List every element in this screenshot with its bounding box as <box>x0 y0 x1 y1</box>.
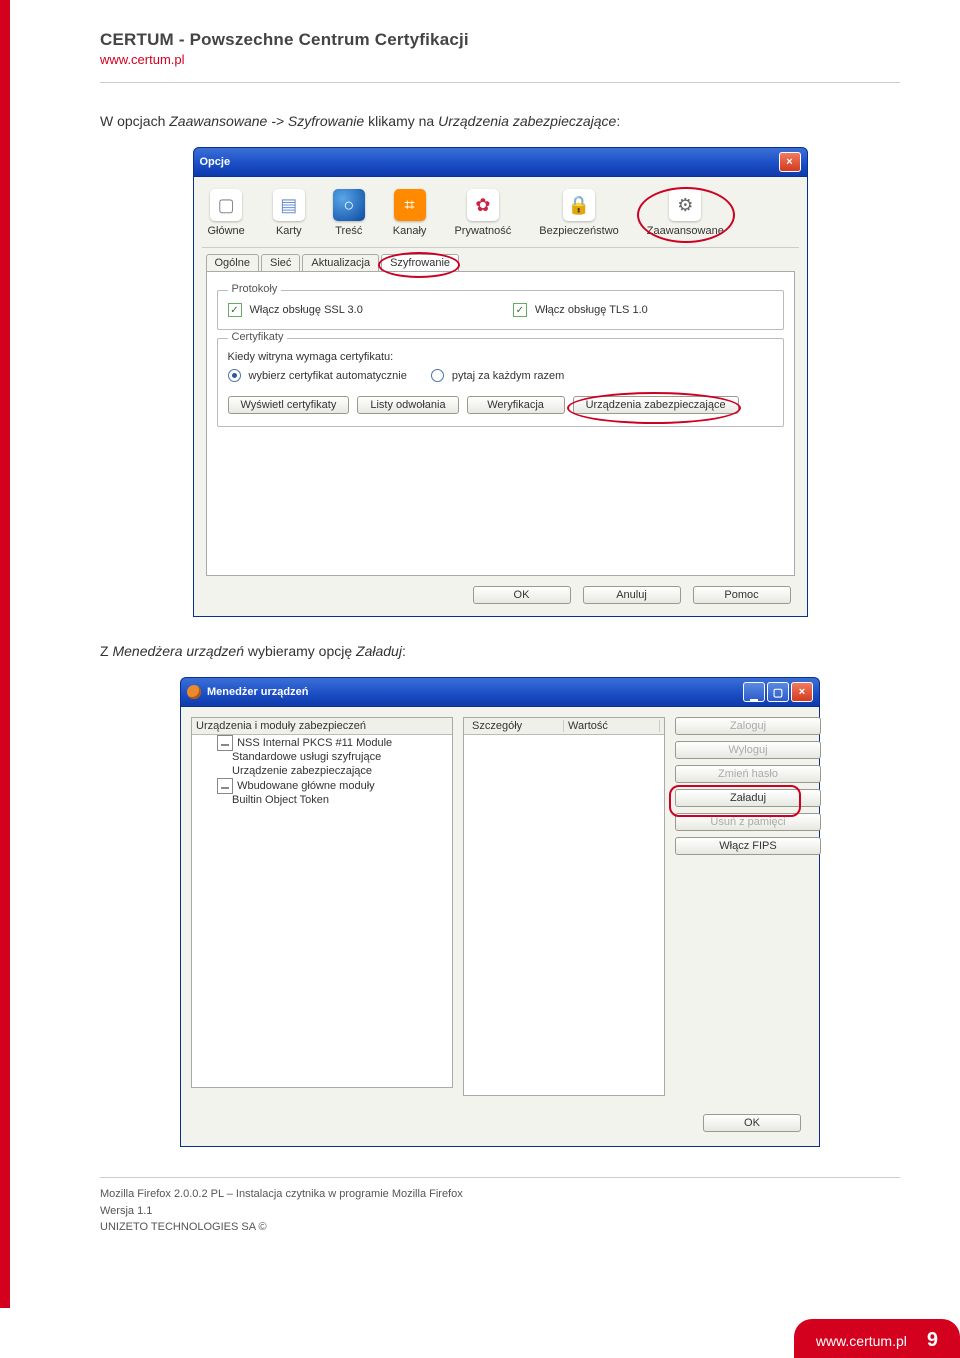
firefox-icon <box>187 685 201 699</box>
tab-label: Treść <box>335 225 362 237</box>
tls-label: Włącz obsługę TLS 1.0 <box>535 304 648 316</box>
radio-icon <box>228 369 241 382</box>
footer-separator <box>100 1177 900 1178</box>
ok-button[interactable]: OK <box>703 1114 801 1132</box>
page-number-pill: www.certum.pl 9 <box>794 1319 960 1358</box>
protocols-legend: Protokoły <box>228 283 282 295</box>
home-icon: ▢ <box>210 189 242 221</box>
tab-kanaly[interactable]: ⌗ Kanały <box>393 189 427 237</box>
cancel-button[interactable]: Anuluj <box>583 586 681 604</box>
header-separator <box>100 82 900 83</box>
tab-glowne[interactable]: ▢ Główne <box>208 189 245 237</box>
red-sidebar <box>0 0 10 1308</box>
subtab-siec[interactable]: Sieć <box>261 254 300 271</box>
radio-label: wybierz certyfikat automatycznie <box>249 370 407 382</box>
logout-button: Wyloguj <box>675 741 821 759</box>
doc-footer: Mozilla Firefox 2.0.0.2 PL – Instalacja … <box>100 1186 900 1236</box>
login-button: Zaloguj <box>675 717 821 735</box>
tab-label: Zaawansowane <box>647 225 724 237</box>
page-number: 9 <box>927 1329 938 1352</box>
radio-label: pytaj za każdym razem <box>452 370 564 382</box>
device-manager-titlebar[interactable]: Menedżer urządzeń ▢ × <box>180 677 820 706</box>
footer-url: www.certum.pl <box>816 1333 907 1349</box>
instruction-1: W opcjach Zaawansowane -> Szyfrowanie kl… <box>100 113 900 129</box>
tree-header: Urządzenia i moduły zabezpieczeń <box>192 718 452 735</box>
instruction-2: Z Menedżera urządzeń wybieramy opcję Zał… <box>100 643 900 659</box>
tree-row[interactable]: Wbudowane główne moduły <box>192 778 452 793</box>
col-szczegoly: Szczegóły <box>468 720 564 732</box>
opcje-titlebar[interactable]: Opcje × <box>193 147 808 176</box>
tree-row[interactable]: Urządzenie zabezpieczające <box>192 764 452 778</box>
footer-line2: Wersja 1.1 <box>100 1203 900 1220</box>
tab-label: Bezpieczeństwo <box>539 225 619 237</box>
help-button[interactable]: Pomoc <box>693 586 791 604</box>
tab-label: Karty <box>276 225 302 237</box>
globe-icon: ○ <box>333 189 365 221</box>
tab-karty[interactable]: ▤ Karty <box>273 189 305 237</box>
tab-label: Główne <box>208 225 245 237</box>
lock-icon: 🔒 <box>563 189 595 221</box>
subtab-aktualizacja[interactable]: Aktualizacja <box>302 254 379 271</box>
radio-ask[interactable]: pytaj za każdym razem <box>431 369 564 382</box>
close-icon[interactable]: × <box>779 152 801 172</box>
maximize-icon[interactable]: ▢ <box>767 682 789 702</box>
tree-row[interactable]: NSS Internal PKCS #11 Module <box>192 735 452 750</box>
page-header-title: CERTUM - Powszechne Centrum Certyfikacji <box>100 30 900 50</box>
subtab-szyfrowanie[interactable]: Szyfrowanie <box>381 254 459 271</box>
change-password-button: Zmień hasło <box>675 765 821 783</box>
load-button[interactable]: Załaduj <box>675 789 821 807</box>
close-icon[interactable]: × <box>791 682 813 702</box>
tree-row[interactable]: Builtin Object Token <box>192 793 452 807</box>
tab-prywatnosc[interactable]: ✿ Prywatność <box>454 189 511 237</box>
checkbox-icon: ✓ <box>513 303 527 317</box>
minimize-icon[interactable] <box>743 682 765 702</box>
ok-button[interactable]: OK <box>473 586 571 604</box>
ssl-label: Włącz obsługę SSL 3.0 <box>250 304 363 316</box>
enable-fips-button[interactable]: Włącz FIPS <box>675 837 821 855</box>
show-certs-button[interactable]: Wyświetl certyfikaty <box>228 396 350 414</box>
device-manager-window: Menedżer urządzeń ▢ × Urządzenia i moduł… <box>180 677 820 1147</box>
tab-label: Prywatność <box>454 225 511 237</box>
crl-button[interactable]: Listy odwołania <box>357 396 458 414</box>
rss-icon: ⌗ <box>394 189 426 221</box>
page-header-url: www.certum.pl <box>100 52 900 67</box>
verification-button[interactable]: Weryfikacja <box>467 396 565 414</box>
footer-line3: UNIZETO TECHNOLOGIES SA © <box>100 1219 900 1236</box>
radio-icon <box>431 369 444 382</box>
certificates-legend: Certyfikaty <box>228 331 288 343</box>
footer-line1: Mozilla Firefox 2.0.0.2 PL – Instalacja … <box>100 1186 900 1203</box>
privacy-icon: ✿ <box>467 189 499 221</box>
subtab-label: Szyfrowanie <box>390 257 450 269</box>
checkbox-ssl[interactable]: ✓ Włącz obsługę SSL 3.0 <box>228 303 363 317</box>
tab-tresc[interactable]: ○ Treść <box>333 189 365 237</box>
checkbox-tls[interactable]: ✓ Włącz obsługę TLS 1.0 <box>513 303 648 317</box>
device-manager-title: Menedżer urządzeń <box>207 686 308 698</box>
tabs-icon: ▤ <box>273 189 305 221</box>
checkbox-icon: ✓ <box>228 303 242 317</box>
opcje-window: Opcje × ▢ Główne ▤ Karty ○ Treść ⌗ Kanały ✿ P… <box>193 147 808 617</box>
tree-row[interactable]: Standardowe usługi szyfrujące <box>192 750 452 764</box>
tab-zaawansowane[interactable]: ⚙ Zaawansowane <box>647 189 724 237</box>
tab-bezpieczenstwo[interactable]: 🔒 Bezpieczeństwo <box>539 189 619 237</box>
cert-prompt: Kiedy witryna wymaga certyfikatu: <box>228 351 773 363</box>
device-tree[interactable]: Urządzenia i moduły zabezpieczeń NSS Int… <box>191 717 453 1088</box>
subtab-ogolne[interactable]: Ogólne <box>206 254 259 271</box>
details-columns: SzczegółyWartość <box>463 717 665 1096</box>
opcje-title: Opcje <box>200 156 231 168</box>
gear-icon: ⚙ <box>669 189 701 221</box>
tab-label: Kanały <box>393 225 427 237</box>
security-devices-button[interactable]: Urządzenia zabezpieczające <box>573 396 739 414</box>
col-wartosc: Wartość <box>564 720 660 732</box>
unload-button: Usuń z pamięci <box>675 813 821 831</box>
radio-auto[interactable]: wybierz certyfikat automatycznie <box>228 369 407 382</box>
